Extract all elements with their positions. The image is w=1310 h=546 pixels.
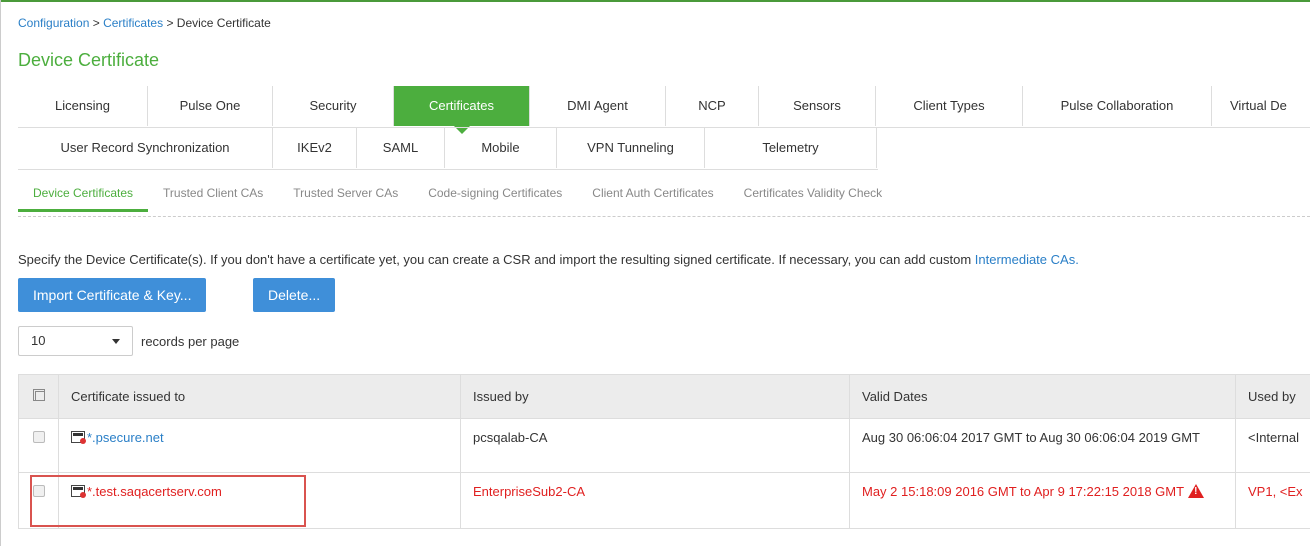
cell-issued-to: *.psecure.net <box>58 418 461 473</box>
header-used-by[interactable]: Used by <box>1235 374 1310 419</box>
tab-vpn-tunneling[interactable]: VPN Tunneling <box>557 128 705 168</box>
tab-saml[interactable]: SAML <box>357 128 445 168</box>
tab-mobile[interactable]: Mobile <box>445 128 557 168</box>
tab-certificates[interactable]: Certificates <box>394 86 530 134</box>
row-checkbox[interactable] <box>32 431 45 443</box>
tab-dmi-agent[interactable]: DMI Agent <box>530 86 666 126</box>
breadcrumb-separator: > <box>163 16 177 30</box>
cell-issued-by: EnterpriseSub2-CA <box>460 472 850 529</box>
certificate-link[interactable]: *.psecure.net <box>87 430 164 445</box>
main-tabs-row-1: Licensing Pulse One Security Certificate… <box>18 86 1310 134</box>
breadcrumb-current: Device Certificate <box>176 16 271 30</box>
subtab-trusted-client-cas[interactable]: Trusted Client CAs <box>148 186 278 212</box>
subtab-certificates-validity-check[interactable]: Certificates Validity Check <box>729 186 898 212</box>
records-per-page-label: records per page <box>141 333 240 349</box>
tab-security[interactable]: Security <box>273 86 394 126</box>
warning-icon <box>1188 484 1205 498</box>
import-certificate-button[interactable]: Import Certificate & Key... <box>18 278 207 312</box>
records-per-page: 10 records per page <box>18 326 239 356</box>
header-issued-by[interactable]: Issued by <box>460 374 850 419</box>
subtab-divider <box>18 216 1310 217</box>
page-title: Device Certificate <box>18 50 160 70</box>
cell-valid-dates: May 2 15:18:09 2016 GMT to Apr 9 17:22:1… <box>849 472 1236 529</box>
tab-sensors[interactable]: Sensors <box>759 86 876 126</box>
tab-user-record-synchronization[interactable]: User Record Synchronization <box>18 128 273 168</box>
cell-issued-by: pcsqalab-CA <box>460 418 850 473</box>
sub-tabs: Device Certificates Trusted Client CAs T… <box>18 186 897 212</box>
tab-row-divider-2 <box>18 169 878 170</box>
records-per-page-value: 10 <box>31 333 46 348</box>
left-border <box>0 0 1 546</box>
subtab-trusted-server-cas[interactable]: Trusted Server CAs <box>278 186 413 212</box>
header-valid-dates[interactable]: Valid Dates <box>849 374 1236 419</box>
subtab-code-signing-certificates[interactable]: Code-signing Certificates <box>413 186 577 212</box>
description: Specify the Device Certificate(s). If yo… <box>18 252 1079 267</box>
main-tabs-row-2: User Record Synchronization IKEv2 SAML M… <box>18 128 877 168</box>
valid-dates-text: May 2 15:18:09 2016 GMT to Apr 9 17:22:1… <box>862 484 1185 499</box>
tab-virtual-desktops[interactable]: Virtual De <box>1212 86 1310 126</box>
table-header-row: Certificate issued to Issued by Valid Da… <box>18 374 1310 419</box>
certificate-icon <box>71 431 86 444</box>
tab-ikev2[interactable]: IKEv2 <box>273 128 357 168</box>
tab-pulse-collaboration[interactable]: Pulse Collaboration <box>1023 86 1212 126</box>
cell-used-by: <Internal <box>1235 418 1310 473</box>
breadcrumb-configuration[interactable]: Configuration <box>18 16 89 30</box>
highlight-annotation-box <box>30 475 306 527</box>
tab-licensing[interactable]: Licensing <box>18 86 148 126</box>
top-accent-line <box>0 0 1310 2</box>
chevron-down-icon <box>112 339 120 344</box>
tab-pulse-one[interactable]: Pulse One <box>148 86 273 126</box>
breadcrumb-certificates[interactable]: Certificates <box>103 16 163 30</box>
cell-used-by: VP1, <Ex <box>1235 472 1310 529</box>
breadcrumb-separator: > <box>89 16 104 30</box>
records-per-page-select[interactable]: 10 <box>18 326 133 356</box>
tab-certificates-label: Certificates <box>428 98 495 113</box>
intermediate-cas-link[interactable]: Intermediate CAs. <box>975 252 1079 267</box>
subtab-client-auth-certificates[interactable]: Client Auth Certificates <box>577 186 728 212</box>
cell-valid-dates: Aug 30 06:06:04 2017 GMT to Aug 30 06:06… <box>849 418 1236 473</box>
header-certificate-issued-to[interactable]: Certificate issued to <box>58 374 461 419</box>
breadcrumb: Configuration > Certificates > Device Ce… <box>18 16 271 30</box>
select-all-header[interactable] <box>18 374 59 419</box>
select-all-checkbox[interactable] <box>32 389 45 401</box>
delete-button[interactable]: Delete... <box>253 278 336 312</box>
row-checkbox-cell <box>18 418 59 473</box>
description-text: Specify the Device Certificate(s). If yo… <box>18 252 975 267</box>
tab-ncp[interactable]: NCP <box>666 86 759 126</box>
table-row: *.psecure.net pcsqalab-CA Aug 30 06:06:0… <box>18 418 1310 473</box>
subtab-device-certificates[interactable]: Device Certificates <box>18 186 149 212</box>
tab-telemetry[interactable]: Telemetry <box>705 128 877 168</box>
tab-client-types[interactable]: Client Types <box>876 86 1023 126</box>
